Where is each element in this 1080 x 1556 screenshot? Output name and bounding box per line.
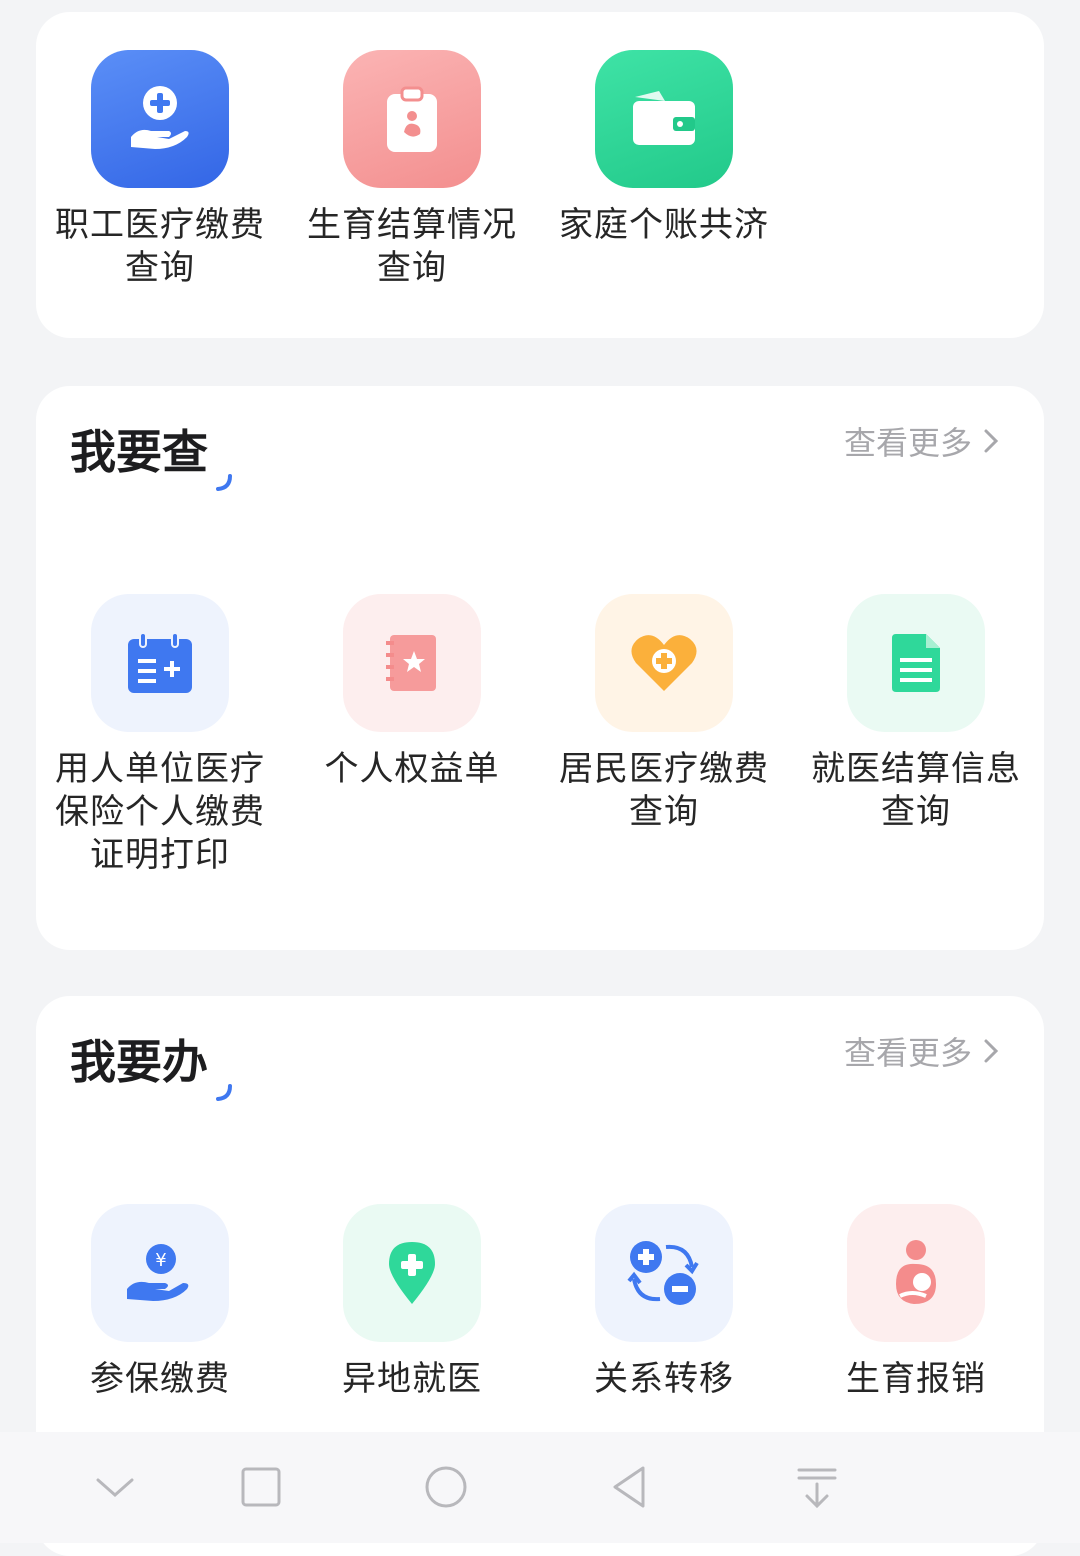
service-resident-medical-payment[interactable]: 居民医疗缴费 查询 [538,594,790,834]
service-label: 异地就医 [342,1359,482,1399]
service-label: 关系转移 [594,1359,734,1399]
hand-yuan-icon: ¥ [91,1204,229,1342]
section-title: 我要办 [70,1026,232,1101]
system-navigation-bar [0,1432,1080,1543]
service-family-account-sharing[interactable]: 家庭个账共济 [538,50,790,247]
service-remote-medical-care[interactable]: 异地就医 [286,1204,538,1401]
service-label: 职工医疗缴费 查询 [55,205,265,288]
view-more-link[interactable]: 查看更多 [844,418,1000,464]
section-title-text: 我要查 [70,425,208,479]
hand-plus-icon [91,50,229,188]
wallet-icon [595,50,733,188]
home-icon[interactable] [421,1462,471,1512]
service-maternity-reimbursement[interactable]: 生育报销 [790,1204,1042,1401]
transfer-icon [595,1204,733,1342]
chevron-right-icon [984,429,999,453]
quick-services-card: 职工医疗缴费 查询 生育结算情况 查询 家庭个账共济 [36,12,1044,338]
service-label: 个人权益单 [324,749,500,789]
view-more-label: 查看更多 [843,424,972,462]
mother-baby-icon [847,1204,985,1342]
service-insurance-payment[interactable]: ¥ 参保缴费 [34,1204,286,1401]
check-section-card: 我要查 查看更多 用人单位医疗 保险个人缴费 证明打印 个人权益单 居民医疗缴费… [36,386,1044,950]
service-maternity-settlement[interactable]: 生育结算情况 查询 [286,50,538,290]
document-icon [847,594,985,732]
recent-apps-icon[interactable] [236,1462,286,1512]
notification-pulldown-icon[interactable] [792,1462,842,1512]
service-personal-rights-statement[interactable]: 个人权益单 [286,594,538,791]
clipboard-baby-icon [343,50,481,188]
service-label: 生育结算情况 查询 [307,205,517,288]
chevron-right-icon [984,1039,999,1063]
heart-plus-icon [595,594,733,732]
service-medical-settlement-info[interactable]: 就医结算信息 查询 [790,594,1042,834]
section-title-text: 我要办 [70,1035,208,1089]
service-label: 生育报销 [846,1359,986,1399]
service-label: 参保缴费 [90,1359,230,1399]
notebook-star-icon [343,594,481,732]
svg-text:¥: ¥ [155,1250,166,1271]
back-icon[interactable] [605,1462,655,1512]
service-label: 用人单位医疗 保险个人缴费 证明打印 [55,749,265,875]
section-title: 我要查 [70,416,232,491]
title-accent-icon [216,1084,232,1101]
service-relationship-transfer[interactable]: 关系转移 [538,1204,790,1401]
chevron-down-icon[interactable] [90,1462,140,1512]
service-employee-medical-payment[interactable]: 职工医疗缴费 查询 [34,50,286,290]
title-accent-icon [216,474,232,491]
service-label: 居民医疗缴费 查询 [559,749,769,832]
view-more-label: 查看更多 [843,1034,972,1072]
service-employer-insurance-certificate[interactable]: 用人单位医疗 保险个人缴费 证明打印 [34,594,286,877]
service-label: 家庭个账共济 [559,205,769,245]
service-label: 就医结算信息 查询 [811,749,1021,832]
view-more-link[interactable]: 查看更多 [844,1028,1000,1074]
location-plus-icon [343,1204,481,1342]
calendar-plus-icon [91,594,229,732]
